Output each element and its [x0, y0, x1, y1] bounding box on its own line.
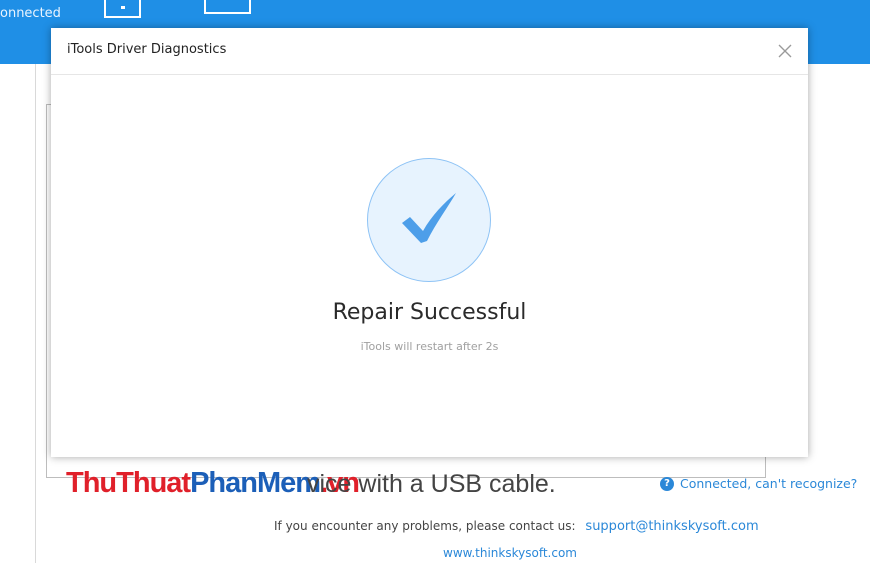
device-toolbar-icon[interactable]: [104, 0, 141, 18]
connect-device-prompt: vice with a USB cable.: [307, 470, 556, 498]
success-indicator: [367, 158, 491, 282]
checkmark-icon: [402, 193, 456, 243]
support-email-link[interactable]: support@thinkskysoft.com: [585, 519, 758, 534]
close-icon[interactable]: [776, 42, 794, 60]
contact-line: If you encounter any problems, please co…: [274, 519, 759, 534]
website-link[interactable]: www.thinkskysoft.com: [443, 546, 577, 560]
dialog-title: iTools Driver Diagnostics: [67, 42, 227, 57]
contact-text: If you encounter any problems, please co…: [274, 519, 576, 533]
result-title: Repair Successful: [332, 300, 527, 325]
dialog-header: iTools Driver Diagnostics: [51, 28, 808, 75]
help-link[interactable]: ? Connected, can't recognize?: [660, 476, 857, 491]
toolbox-toolbar-icon[interactable]: [204, 0, 251, 14]
connection-status-text: onnected: [0, 6, 61, 21]
driver-diagnostics-dialog: iTools Driver Diagnostics Repair Success…: [51, 28, 808, 457]
sidebar-divider: [35, 64, 36, 563]
result-subtitle: iTools will restart after 2s: [360, 340, 499, 353]
question-icon: ?: [660, 476, 674, 491]
help-link-label[interactable]: Connected, can't recognize?: [680, 476, 857, 491]
